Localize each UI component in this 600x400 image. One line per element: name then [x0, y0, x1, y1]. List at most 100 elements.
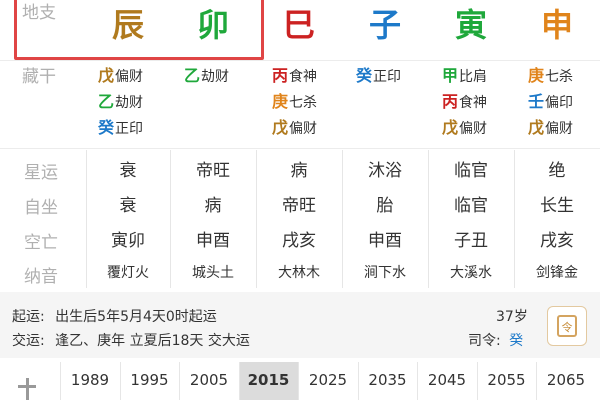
zizuo-cell: 长生	[540, 196, 574, 216]
hidden-stem-char: 戊	[98, 66, 115, 85]
hidden-stem-char: 丙	[272, 66, 289, 85]
ten-god-label: 食神	[289, 69, 318, 85]
branch-char-2: 卯	[196, 6, 229, 44]
hidden-stem-char: 丙	[442, 92, 459, 111]
hidden-stem: 戊偏财	[272, 114, 317, 138]
ten-god-label: 劫财	[201, 69, 230, 85]
hidden-stem: 丙食神	[442, 88, 487, 112]
hidden-stem: 甲比肩	[442, 62, 487, 86]
zizuo-cell: 衰	[119, 196, 137, 216]
age-value: 37岁	[496, 309, 528, 325]
timeline-year-tab[interactable]: 2045	[417, 362, 476, 400]
zizuo-cell: 病	[204, 196, 222, 216]
jiaoyun-label: 交运:	[12, 333, 45, 349]
branch-char-5: 寅	[454, 6, 487, 44]
row-label-kongwang: 空亡	[24, 233, 58, 253]
hidden-stem-char: 甲	[442, 66, 459, 85]
qiyun-label: 起运:	[12, 309, 45, 325]
hidden-stem: 乙劫财	[184, 62, 229, 86]
hidden-stem: 庚七杀	[272, 88, 317, 112]
hidden-stem-char: 乙	[98, 92, 115, 111]
xingyun-cell: 帝旺	[196, 161, 230, 181]
timeline-year-tab[interactable]: 2055	[476, 362, 536, 400]
timeline-year-tab[interactable]: 2025	[298, 362, 357, 400]
hidden-stem: 壬偏印	[528, 88, 573, 112]
ten-god-label: 劫财	[115, 95, 144, 111]
expand-icon-vert	[25, 378, 29, 400]
hidden-stem-char: 壬	[528, 92, 545, 111]
nayin-cell: 大溪水	[450, 265, 492, 281]
ten-god-label: 偏财	[289, 121, 318, 137]
ten-god-label: 偏财	[115, 69, 144, 85]
divider	[0, 148, 600, 149]
hidden-stem-char: 戊	[442, 118, 459, 137]
xingyun-cell: 沐浴	[368, 161, 402, 181]
hidden-stem-char: 戊	[272, 118, 289, 137]
kongwang-cell: 申酉	[196, 231, 230, 251]
hidden-stem: 戊偏财	[528, 114, 573, 138]
timeline-year-tab[interactable]: 2065	[536, 362, 595, 400]
xingyun-cell: 衰	[119, 161, 137, 181]
row-label-xingyun: 星运	[24, 163, 58, 183]
hidden-stem: 癸正印	[98, 114, 143, 138]
kongwang-cell: 寅卯	[111, 231, 145, 251]
branch-char-1: 辰	[111, 6, 144, 44]
xingyun-cell: 绝	[548, 161, 566, 181]
calendar-button[interactable]: 令	[547, 306, 587, 346]
qiyun-row: 起运: 出生后5年5月4天0时起运	[12, 306, 217, 326]
hidden-stem-char: 癸	[98, 118, 115, 137]
branch-char-4: 子	[368, 6, 401, 44]
timeline-year-tab[interactable]: 2005	[179, 362, 238, 400]
siling-label: 司令:	[468, 333, 501, 349]
calendar-icon-text: 令	[561, 321, 573, 334]
row-label-canggan: 藏干	[22, 67, 56, 87]
branch-char-6: 申	[540, 6, 573, 44]
timeline-year-tab[interactable]: 1995	[119, 362, 179, 400]
branch-char-3: 巳	[282, 6, 315, 44]
siling-row: 司令: 癸	[468, 330, 523, 350]
kongwang-cell: 戌亥	[282, 231, 316, 251]
hidden-stem-char: 庚	[272, 92, 289, 111]
timeline-year-tab[interactable]: 2035	[357, 362, 417, 400]
kongwang-cell: 戌亥	[540, 231, 574, 251]
ten-god-label: 偏财	[545, 121, 574, 137]
hidden-stem-char: 庚	[528, 66, 545, 85]
ten-god-label: 正印	[115, 121, 144, 137]
nayin-cell: 剑锋金	[536, 265, 578, 281]
hidden-stem: 庚七杀	[528, 62, 573, 86]
nayin-cell: 城头土	[192, 265, 234, 281]
row-label-zizuo: 自坐	[24, 198, 58, 218]
kongwang-cell: 子丑	[454, 231, 488, 251]
row-label-nayin: 纳音	[24, 267, 58, 287]
ten-god-label: 偏财	[459, 121, 488, 137]
qiyun-text: 出生后5年5月4天0时起运	[55, 309, 217, 325]
ten-god-label: 七杀	[289, 95, 318, 111]
hidden-stem-char: 戊	[528, 118, 545, 137]
hidden-stem: 乙劫财	[98, 88, 143, 112]
timeline-year-tab[interactable]: 1989	[60, 362, 119, 400]
ten-god-label: 七杀	[545, 69, 574, 85]
ten-god-label: 偏印	[545, 95, 574, 111]
jiaoyun-row: 交运: 逢乙、庚年 立夏后18天 交大运	[12, 330, 250, 350]
ten-god-label: 食神	[459, 95, 488, 111]
zizuo-cell: 帝旺	[282, 196, 316, 216]
ten-god-label: 比肩	[459, 69, 488, 85]
hidden-stem: 癸正印	[356, 62, 401, 86]
hidden-stem: 戊偏财	[442, 114, 487, 138]
hidden-stem-char: 乙	[184, 66, 201, 85]
zizuo-cell: 临官	[454, 196, 488, 216]
siling-value: 癸	[509, 333, 524, 349]
hidden-stem: 丙食神	[272, 62, 317, 86]
hidden-stem: 戊偏财	[98, 62, 143, 86]
xingyun-cell: 病	[290, 161, 308, 181]
kongwang-cell: 申酉	[368, 231, 402, 251]
ten-god-label: 正印	[373, 69, 402, 85]
jiaoyun-text: 逢乙、庚年 立夏后18天 交大运	[55, 333, 250, 349]
nayin-cell: 覆灯火	[107, 265, 149, 281]
zizuo-cell: 胎	[376, 196, 394, 216]
hidden-stem-char: 癸	[356, 66, 373, 85]
timeline-year-tab[interactable]: 2015	[238, 362, 298, 400]
xingyun-cell: 临官	[454, 161, 488, 181]
divider	[0, 60, 600, 61]
nayin-cell: 涧下水	[364, 265, 406, 281]
